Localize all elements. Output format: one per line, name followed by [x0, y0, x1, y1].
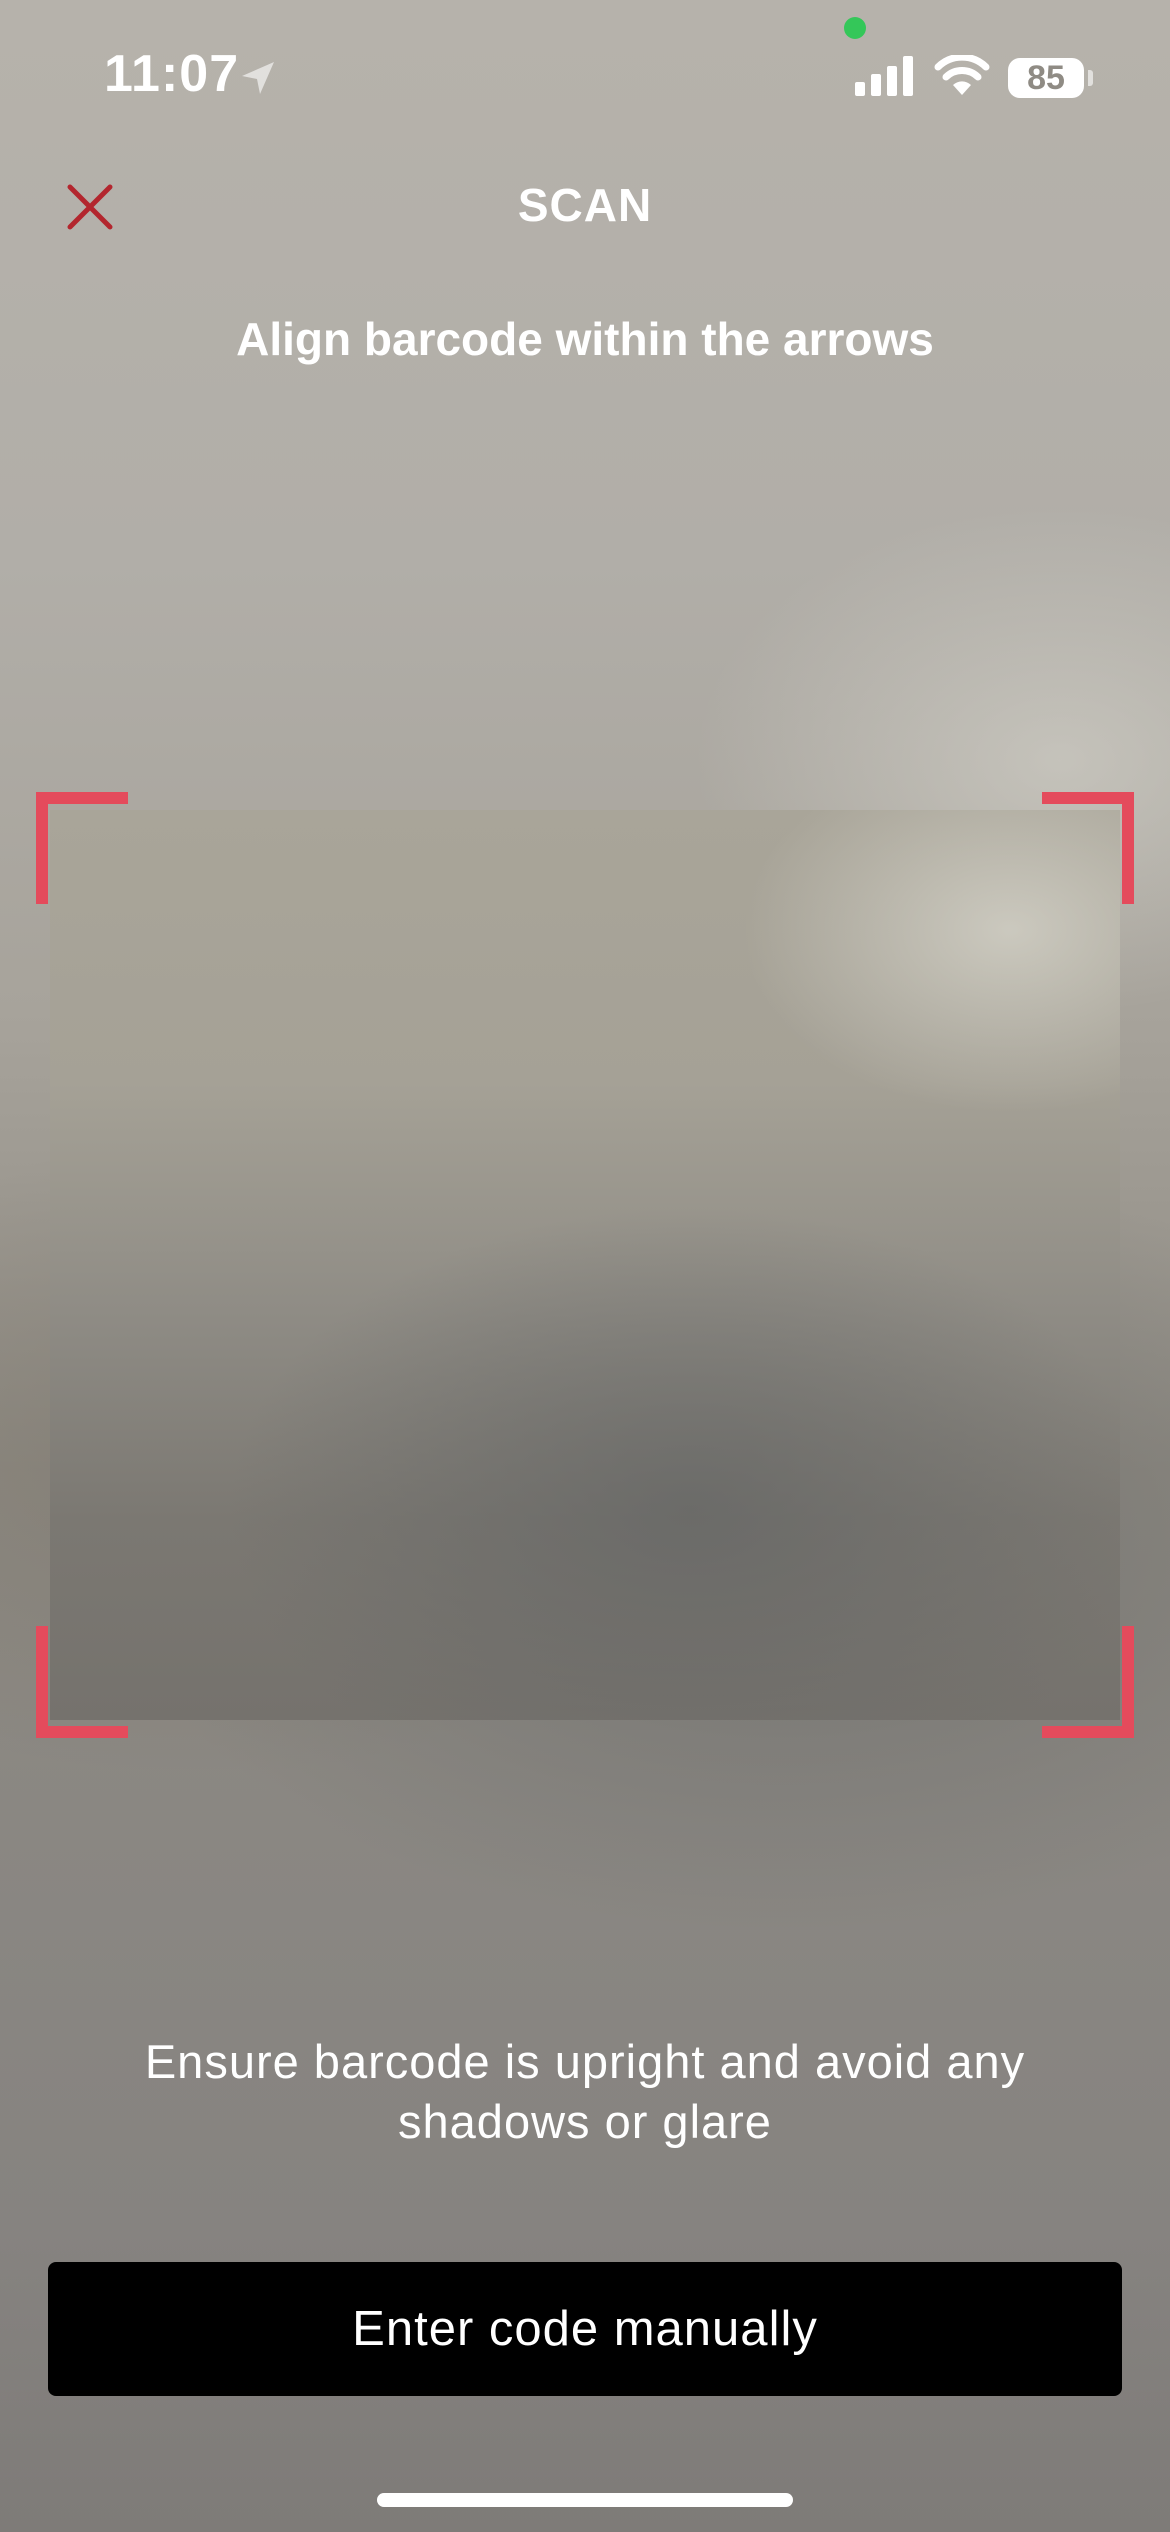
- enter-code-manually-button[interactable]: Enter code manually: [48, 2262, 1122, 2396]
- frame-corner-bottom-right: [1042, 1626, 1134, 1738]
- frame-corner-bottom-left: [36, 1626, 128, 1738]
- privacy-indicator-dot: [844, 17, 866, 39]
- cellular-signal-icon: [855, 56, 915, 96]
- enter-code-manually-label: Enter code manually: [352, 2302, 818, 2356]
- battery-cap: [1088, 70, 1093, 86]
- frame-corner-top-left: [36, 792, 128, 904]
- frame-corner-top-right: [1042, 792, 1134, 904]
- scan-tip: Ensure barcode is upright and avoid any …: [144, 2035, 1026, 2148]
- scan-window: [50, 810, 1120, 1720]
- page-title: SCAN: [517, 179, 653, 231]
- wifi-icon: [934, 53, 990, 97]
- location-arrow-icon: [238, 58, 278, 98]
- scan-instruction: Align barcode within the arrows: [236, 313, 934, 365]
- home-indicator[interactable]: [377, 2493, 793, 2507]
- status-time: 11:07: [104, 45, 240, 103]
- battery-icon: 85: [1008, 58, 1084, 98]
